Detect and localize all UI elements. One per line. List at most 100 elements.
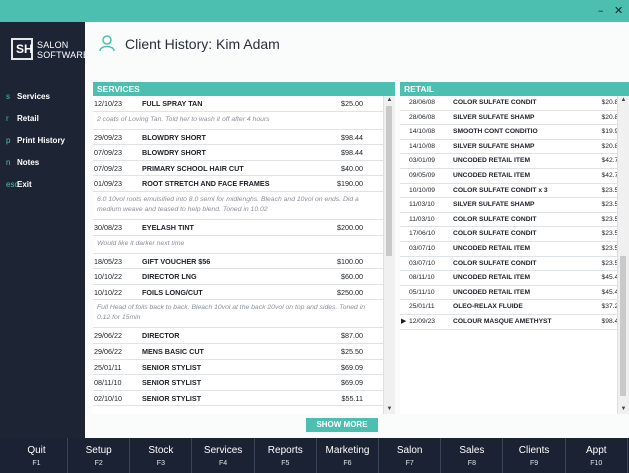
service-name: ROOT STRETCH AND FACE FRAMES (142, 179, 270, 189)
service-price: $69.09 (341, 362, 363, 372)
retail-row[interactable]: 09/05/09 UNCODED RETAIL ITEM $42.73 (400, 169, 622, 184)
retail-name: COLOR SULFATE CONDIT x 3 (453, 186, 548, 194)
minimize-button[interactable]: – (598, 4, 604, 17)
service-note: Would like it darker next time (93, 236, 383, 254)
retail-row[interactable]: 03/01/09 UNCODED RETAIL ITEM $42.73 (400, 154, 622, 169)
service-row[interactable]: 29/06/22 MENS BASIC CUT $25.50 (93, 344, 383, 360)
fkey-appt[interactable]: Appt F10 (566, 438, 628, 473)
retail-name: COLOR SULFATE CONDIT (453, 215, 537, 223)
show-more-button[interactable]: SHOW MORE (306, 418, 378, 432)
sidebar-item-label: Services (17, 92, 50, 101)
scroll-thumb[interactable] (386, 106, 392, 256)
retail-name: UNCODED RETAIL ITEM (453, 244, 531, 252)
sidebar-item-retail[interactable]: r Retail (6, 114, 39, 128)
fkey-quit[interactable]: Quit F1 (6, 438, 68, 473)
service-price: $100.00 (337, 256, 363, 266)
function-key-bar: Quit F1 Setup F2 Stock F3 Services F4 Reports F5 M… (0, 438, 629, 473)
service-row[interactable]: 18/05/23 GIFT VOUCHER $56 $100.00 (93, 254, 383, 270)
logo-mark: SH (11, 38, 33, 60)
services-scrollbar[interactable]: ▲ ▼ (383, 96, 395, 414)
retail-row[interactable]: ▶ 12/09/23 COLOUR MASQUE AMETHYST $98.44 (400, 315, 622, 330)
retail-row[interactable]: 10/10/09 COLOR SULFATE CONDIT x 3 $23.59 (400, 184, 622, 199)
row-pointer-icon: ▶ (401, 317, 407, 325)
fkey-reports[interactable]: Reports F5 (255, 438, 317, 473)
service-price: $55.11 (341, 393, 363, 403)
sidebar-item-label: Exit (17, 180, 32, 189)
service-row[interactable]: 30/08/23 EYELASH TINT $200.00 (93, 220, 383, 236)
retail-date: 08/11/10 (409, 274, 435, 282)
service-price: $87.00 (341, 331, 363, 341)
retail-row[interactable]: 03/07/10 COLOR SULFATE CONDIT $23.59 (400, 257, 622, 272)
service-name: SENIOR STYLIST (142, 393, 202, 403)
retail-row[interactable]: 11/03/10 COLOR SULFATE CONDIT $23.59 (400, 213, 622, 228)
retail-row[interactable]: 08/11/10 UNCODED RETAIL ITEM $45.41 (400, 271, 622, 286)
sidebar-item-exit[interactable]: escExit (6, 180, 32, 194)
retail-panel: RETAIL 28/06/08 COLOR SULFATE CONDIT $20.8… (400, 82, 629, 414)
sidebar-item-services[interactable]: s Services (6, 92, 50, 106)
retail-name: COLOR SULFATE CONDIT (453, 230, 537, 238)
service-row[interactable]: 08/11/10 SENIOR STYLIST $69.09 (93, 375, 383, 391)
service-row[interactable]: 12/10/23 FULL SPRAY TAN $25.00 (93, 96, 383, 112)
fkey-clients[interactable]: Clients F9 (504, 438, 566, 473)
retail-row[interactable]: 28/06/08 COLOR SULFATE CONDIT $20.86 (400, 96, 622, 111)
services-panel: SERVICES 12/10/23 FULL SPRAY TAN $25.00 2 c… (93, 82, 395, 414)
retail-row[interactable]: 14/10/08 SMOOTH CONT CONDITIO $19.95 (400, 125, 622, 140)
service-row[interactable]: 25/01/11 SENIOR STYLIST $69.09 (93, 360, 383, 376)
scroll-thumb[interactable] (620, 256, 626, 396)
retail-row[interactable]: 11/03/10 SILVER SULFATE SHAMP $23.59 (400, 198, 622, 213)
shortcut-key: p (6, 136, 11, 145)
retail-date: 14/10/08 (409, 142, 436, 150)
logo-text: SALON SOFTWARE (37, 40, 90, 60)
fkey-setup[interactable]: Setup F2 (68, 438, 131, 473)
fkey-stock[interactable]: Stock F3 (130, 438, 193, 473)
fkey-shortcut: F3 (156, 460, 165, 467)
scroll-up-icon[interactable]: ▲ (619, 96, 628, 105)
service-date: 07/09/23 (94, 148, 122, 158)
service-name: FULL SPRAY TAN (142, 99, 203, 108)
retail-scrollbar[interactable]: ▲ ▼ (617, 96, 629, 414)
scroll-up-icon[interactable]: ▲ (385, 96, 394, 105)
shortcut-key: s (6, 92, 10, 101)
service-name: DIRECTOR (142, 331, 180, 341)
service-row[interactable]: 01/09/23 ROOT STRETCH AND FACE FRAMES $190… (93, 176, 383, 192)
retail-name: UNCODED RETAIL ITEM (453, 171, 531, 179)
service-row[interactable]: 07/09/23 BLOWDRY SHORT $98.44 (93, 145, 383, 161)
service-price: $190.00 (337, 179, 363, 189)
retail-name: UNCODED RETAIL ITEM (453, 288, 531, 296)
service-row[interactable]: 07/09/23 PRIMARY SCHOOL HAIR CUT $40.00 (93, 161, 383, 177)
retail-row[interactable]: 14/10/08 SILVER SULFATE SHAMP $20.86 (400, 140, 622, 155)
service-row[interactable]: 10/10/22 DIRECTOR LNG $60.00 (93, 269, 383, 285)
retail-heading: RETAIL (400, 82, 629, 96)
sidebar-item-print-history[interactable]: p Print History (6, 136, 65, 150)
retail-row[interactable]: 25/01/11 OLEO-RELAX FLUIDE $37.27 (400, 300, 622, 315)
retail-row[interactable]: 28/06/08 SILVER SULFATE SHAMP $20.86 (400, 111, 622, 126)
service-date: 07/09/23 (94, 163, 122, 173)
service-row[interactable]: 29/09/23 BLOWDRY SHORT $98.44 (93, 130, 383, 146)
scroll-down-icon[interactable]: ▼ (385, 405, 394, 414)
service-row[interactable]: 10/10/22 FOILS LONG/CUT $250.00 (93, 285, 383, 301)
scroll-down-icon[interactable]: ▼ (619, 405, 628, 414)
service-row[interactable]: 02/10/10 SENIOR STYLIST $55.11 (93, 391, 383, 407)
service-note: 6.0 10vol roots emulsified into 8.0 semi… (93, 192, 383, 220)
service-date: 10/10/22 (94, 272, 122, 282)
sidebar-item-label: Retail (17, 114, 39, 123)
service-name: EYELASH TINT (142, 222, 194, 232)
retail-row[interactable]: 03/07/10 UNCODED RETAIL ITEM $23.59 (400, 242, 622, 257)
fkey-shortcut: F1 (32, 460, 41, 467)
close-button[interactable]: ✕ (614, 4, 623, 17)
service-note: Full Head of foils back to back. Bleach … (93, 300, 383, 329)
retail-date: 03/07/10 (409, 244, 436, 252)
fkey-services[interactable]: Services F4 (193, 438, 255, 473)
sidebar-item-notes[interactable]: n Notes (6, 158, 39, 172)
fkey-salon[interactable]: Salon F7 (379, 438, 442, 473)
fkey-sales[interactable]: Sales F8 (441, 438, 504, 473)
fkey-label: Services (203, 445, 243, 456)
service-row[interactable]: 29/06/22 DIRECTOR $87.00 (93, 328, 383, 344)
retail-row[interactable]: 05/11/10 UNCODED RETAIL ITEM $45.41 (400, 286, 622, 301)
page-title: Client History: Kim Adam (125, 36, 280, 52)
retail-row[interactable]: 17/06/10 COLOR SULFATE CONDIT $23.59 (400, 227, 622, 242)
fkey-marketing[interactable]: Marketing F6 (317, 438, 379, 473)
service-name: GIFT VOUCHER $56 (142, 256, 211, 266)
retail-date: 11/03/10 (409, 215, 435, 223)
service-date: 08/11/10 (94, 378, 122, 388)
